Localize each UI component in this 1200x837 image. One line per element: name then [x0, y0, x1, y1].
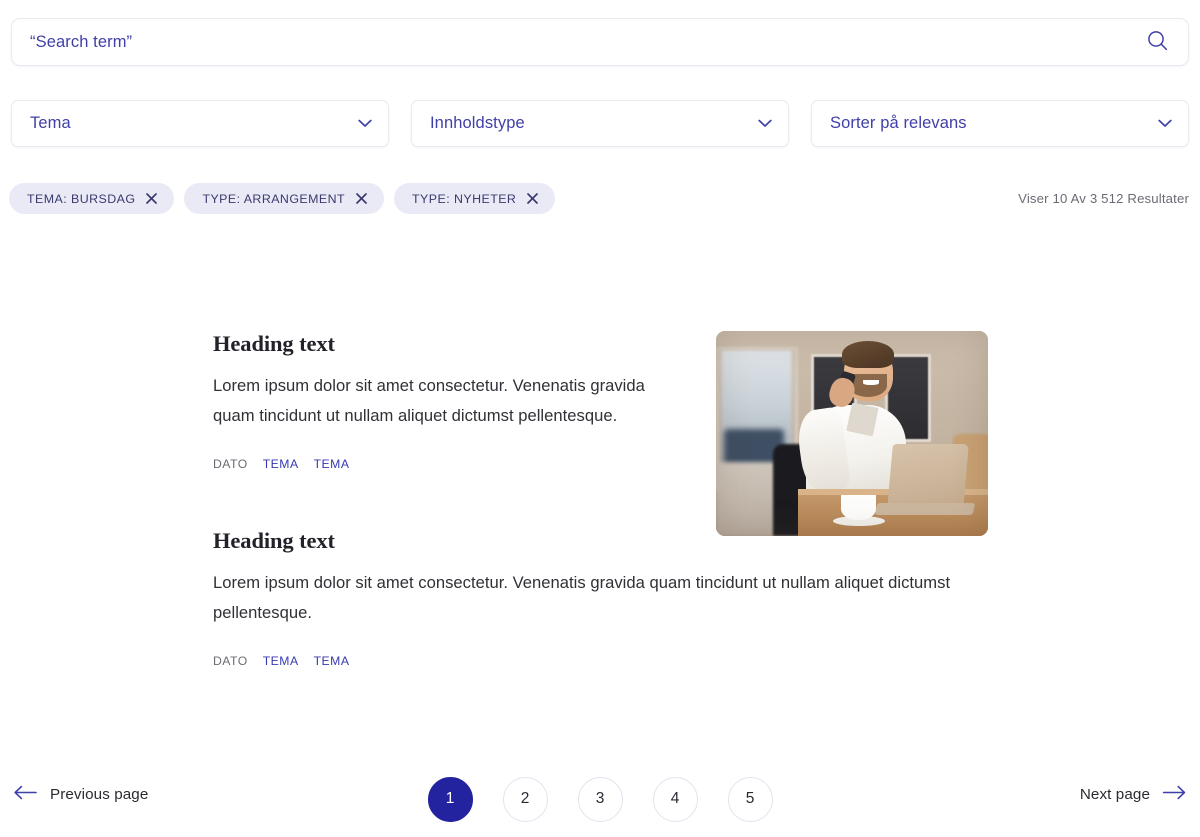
filter-chip-label: TYPE: ARRANGEMENT [202, 191, 346, 206]
page-number-2[interactable]: 2 [502, 776, 548, 822]
result-tag[interactable]: TEMA [263, 654, 299, 668]
select-innholdstype[interactable]: Innholdstype [411, 100, 789, 147]
page-number-list: 1 2 3 4 5 [0, 776, 1200, 822]
result-body: Lorem ipsum dolor sit amet consectetur. … [213, 573, 951, 622]
result-date: DATO [213, 654, 248, 668]
result-tag[interactable]: TEMA [263, 457, 299, 471]
filter-chip-label: TYPE: NYHETER [412, 191, 517, 206]
next-page-button[interactable]: Next page [1080, 785, 1186, 803]
arrow-right-icon [1162, 785, 1186, 803]
page-number-5[interactable]: 5 [727, 776, 773, 822]
page-number-4[interactable]: 4 [652, 776, 698, 822]
result-date: DATO [213, 457, 248, 471]
search-input[interactable] [30, 32, 1142, 52]
search-button[interactable] [1142, 27, 1172, 57]
result-heading[interactable]: Heading text [213, 527, 988, 555]
pagination: Previous page 1 2 3 4 5 Next page [0, 776, 1200, 822]
filter-select-row: Tema Innholdstype Sorter på relevans [11, 100, 1189, 147]
select-sort-label: Sorter på relevans [830, 114, 967, 132]
result-item[interactable]: Heading text Lorem ipsum dolor sit amet … [0, 330, 1200, 536]
filter-chip-type-nyheter[interactable]: TYPE: NYHETER [394, 183, 556, 214]
result-body: Lorem ipsum dolor sit amet consectetur. … [213, 376, 645, 425]
search-bar[interactable] [11, 18, 1189, 66]
result-meta: DATO TEMA TEMA [213, 654, 988, 668]
result-item[interactable]: Heading text Lorem ipsum dolor sit amet … [0, 527, 1200, 668]
chevron-down-icon [1156, 115, 1174, 133]
result-tag[interactable]: TEMA [314, 457, 350, 471]
chevron-down-icon [756, 115, 774, 133]
close-icon[interactable] [527, 193, 539, 204]
select-tema-label: Tema [30, 114, 71, 132]
results-list: Heading text Lorem ipsum dolor sit amet … [0, 330, 1200, 668]
close-icon[interactable] [356, 193, 367, 204]
page-number-1[interactable]: 1 [427, 776, 473, 822]
result-tag[interactable]: TEMA [314, 654, 350, 668]
filter-chip-label: TEMA: BURSDAG [27, 191, 136, 206]
result-thumbnail[interactable] [716, 331, 988, 536]
search-icon [1147, 30, 1168, 54]
select-tema[interactable]: Tema [11, 100, 389, 147]
filter-chip-type-arrangement[interactable]: TYPE: ARRANGEMENT [184, 183, 385, 214]
close-icon[interactable] [146, 193, 158, 204]
active-filter-chips: TEMA: BURSDAG TYPE: ARRANGEMENT TYPE: NY… [9, 183, 1191, 214]
page-number-3[interactable]: 3 [577, 776, 623, 822]
results-count: Viser 10 Av 3 512 Resultater [1018, 191, 1189, 206]
photo-vignette [716, 331, 988, 536]
chevron-down-icon [356, 115, 374, 133]
select-sort[interactable]: Sorter på relevans [811, 100, 1189, 147]
filter-chip-tema-bursdag[interactable]: TEMA: BURSDAG [9, 183, 175, 214]
select-innholdstype-label: Innholdstype [430, 114, 525, 132]
search-results-page: Tema Innholdstype Sorter på relevans [0, 0, 1200, 837]
next-page-label: Next page [1079, 785, 1150, 803]
